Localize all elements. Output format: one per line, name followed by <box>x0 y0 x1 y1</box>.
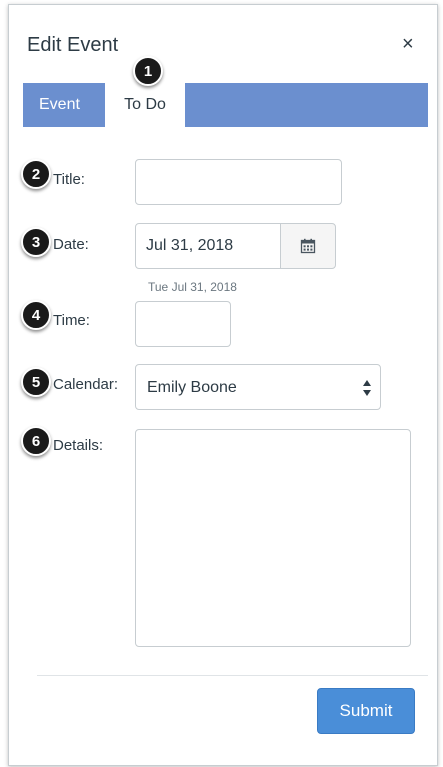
callout-badge-4: 4 <box>21 300 51 330</box>
date-hint: Tue Jul 31, 2018 <box>148 280 237 294</box>
time-input[interactable] <box>135 301 231 347</box>
callout-badge-6: 6 <box>21 426 51 456</box>
close-icon[interactable]: × <box>402 34 414 54</box>
callout-badge-5: 5 <box>21 367 51 397</box>
date-input[interactable] <box>135 223 281 269</box>
tab-bar: Event To Do <box>23 83 428 129</box>
calendar-label: Calendar: <box>53 376 119 393</box>
time-label: Time: <box>53 312 90 329</box>
submit-button[interactable]: Submit <box>317 688 415 734</box>
calendar-icon <box>300 238 316 254</box>
calendar-select[interactable]: Emily Boone <box>135 364 381 410</box>
tab-event[interactable]: Event <box>39 83 80 127</box>
date-picker <box>135 223 336 269</box>
dialog-title: Edit Event <box>27 34 119 56</box>
calendar-picker-button[interactable] <box>280 223 336 269</box>
select-arrows-icon <box>363 380 371 396</box>
details-textarea[interactable] <box>135 429 411 647</box>
callout-badge-2: 2 <box>21 159 51 189</box>
title-label: Title: <box>53 171 85 188</box>
calendar-select-value: Emily Boone <box>147 379 237 396</box>
footer-divider <box>37 675 428 676</box>
details-label: Details: <box>53 437 104 454</box>
date-label: Date: <box>53 236 89 253</box>
callout-badge-1: 1 <box>133 56 163 86</box>
tab-todo[interactable]: To Do <box>105 83 185 129</box>
callout-badge-3: 3 <box>21 227 51 257</box>
title-input[interactable] <box>135 159 342 205</box>
